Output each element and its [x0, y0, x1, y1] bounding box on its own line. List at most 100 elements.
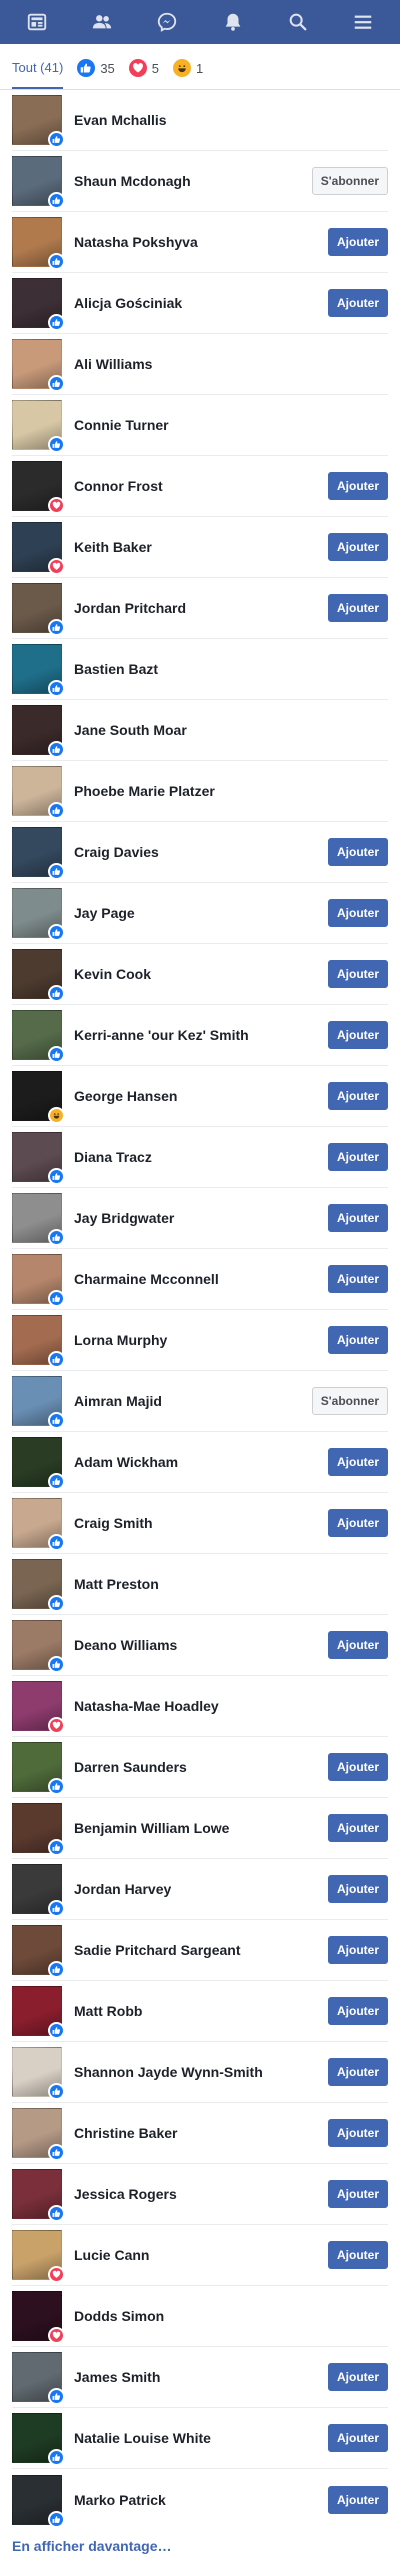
person-name[interactable]: Ali Williams [74, 356, 388, 372]
person-name[interactable]: Jessica Rogers [74, 2186, 328, 2202]
person-name[interactable]: Kerri-anne 'our Kez' Smith [74, 1027, 328, 1043]
list-item: Bastien Bazt [12, 639, 388, 700]
person-name[interactable]: Lucie Cann [74, 2247, 328, 2263]
person-name[interactable]: Shannon Jayde Wynn-Smith [74, 2064, 328, 2080]
add-friend-button[interactable]: Ajouter [328, 1753, 388, 1781]
like-reaction-icon [48, 2510, 65, 2528]
person-name[interactable]: Natasha-Mae Hoadley [74, 1698, 388, 1714]
menu-icon[interactable] [333, 0, 393, 44]
search-icon[interactable] [268, 0, 328, 44]
add-friend-button[interactable]: Ajouter [328, 1265, 388, 1293]
add-friend-button[interactable]: Ajouter [328, 1448, 388, 1476]
list-item: Matt Preston [12, 1554, 388, 1615]
list-item: James Smith Ajouter [12, 2347, 388, 2408]
person-name[interactable]: Darren Saunders [74, 1759, 328, 1775]
add-friend-button[interactable]: Ajouter [328, 1326, 388, 1354]
person-name[interactable]: Jordan Pritchard [74, 600, 328, 616]
add-friend-button[interactable]: Ajouter [328, 228, 388, 256]
tab-all[interactable]: Tout (41) [12, 47, 64, 89]
person-name[interactable]: Marko Patrick [74, 2492, 328, 2508]
add-friend-button[interactable]: Ajouter [328, 1936, 388, 1964]
add-friend-button[interactable]: Ajouter [328, 1631, 388, 1659]
add-friend-button[interactable]: Ajouter [328, 594, 388, 622]
person-name[interactable]: Benjamin William Lowe [74, 1820, 328, 1836]
list-item: Phoebe Marie Platzer [12, 761, 388, 822]
avatar-container [12, 461, 65, 514]
list-item: Adam Wickham Ajouter [12, 1432, 388, 1493]
add-friend-button[interactable]: Ajouter [328, 1997, 388, 2025]
person-name[interactable]: Matt Robb [74, 2003, 328, 2019]
person-name[interactable]: James Smith [74, 2369, 328, 2385]
add-friend-button[interactable]: Ajouter [328, 2180, 388, 2208]
person-name[interactable]: Diana Tracz [74, 1149, 328, 1165]
add-friend-button[interactable]: Ajouter [328, 1143, 388, 1171]
add-friend-button[interactable]: Ajouter [328, 899, 388, 927]
add-friend-button[interactable]: Ajouter [328, 1021, 388, 1049]
add-friend-button[interactable]: Ajouter [328, 2058, 388, 2086]
person-name[interactable]: George Hansen [74, 1088, 328, 1104]
person-name[interactable]: Christine Baker [74, 2125, 328, 2141]
tab-haha[interactable]: 1 [173, 47, 203, 89]
add-friend-button[interactable]: Ajouter [328, 2363, 388, 2391]
person-name[interactable]: Evan Mchallis [74, 112, 388, 128]
add-friend-button[interactable]: Ajouter [328, 838, 388, 866]
person-name[interactable]: Deano Williams [74, 1637, 328, 1653]
notifications-icon[interactable] [203, 0, 263, 44]
person-name[interactable]: Kevin Cook [74, 966, 328, 982]
friends-icon[interactable] [72, 0, 132, 44]
add-friend-button[interactable]: Ajouter [328, 2424, 388, 2452]
show-more-link[interactable]: En afficher davantage… [0, 2530, 400, 2562]
person-name[interactable]: Matt Preston [74, 1576, 388, 1592]
follow-button[interactable]: S'abonner [311, 1387, 388, 1415]
avatar-container [12, 705, 65, 758]
add-friend-button[interactable]: Ajouter [328, 2119, 388, 2147]
person-name[interactable]: Aimran Majid [74, 1393, 312, 1409]
news-feed-icon[interactable] [7, 0, 67, 44]
person-name[interactable]: Connie Turner [74, 417, 388, 433]
person-name[interactable]: Bastien Bazt [74, 661, 388, 677]
love-reaction-icon [48, 558, 65, 575]
avatar-container [12, 2291, 65, 2344]
add-friend-button[interactable]: Ajouter [328, 2241, 388, 2269]
like-reaction-icon [48, 1351, 65, 1368]
person-name[interactable]: Craig Davies [74, 844, 328, 860]
tab-like[interactable]: 35 [77, 47, 115, 89]
tab-love[interactable]: 5 [128, 47, 159, 89]
add-friend-button[interactable]: Ajouter [328, 1082, 388, 1110]
person-name[interactable]: Dodds Simon [74, 2308, 388, 2324]
person-name[interactable]: Jay Page [74, 905, 328, 921]
add-friend-button[interactable]: Ajouter [328, 289, 388, 317]
person-name[interactable]: Jane South Moar [74, 722, 388, 738]
avatar-container [12, 2230, 65, 2283]
messenger-icon[interactable] [137, 0, 197, 44]
person-name[interactable]: Lorna Murphy [74, 1332, 328, 1348]
person-name[interactable]: Charmaine Mcconnell [74, 1271, 328, 1287]
person-name[interactable]: Natalie Louise White [74, 2430, 328, 2446]
person-name[interactable]: Natasha Pokshyva [74, 234, 328, 250]
avatar-container [12, 95, 65, 148]
add-friend-button[interactable]: Ajouter [328, 2485, 388, 2514]
like-reaction-icon [48, 1534, 65, 1551]
add-friend-button[interactable]: Ajouter [328, 533, 388, 561]
follow-button[interactable]: S'abonner [311, 167, 388, 195]
person-name[interactable]: Adam Wickham [74, 1454, 328, 1470]
add-friend-button[interactable]: Ajouter [328, 960, 388, 988]
list-item: Jane South Moar [12, 700, 388, 761]
person-name[interactable]: Jordan Harvey [74, 1881, 328, 1897]
add-friend-button[interactable]: Ajouter [328, 1875, 388, 1903]
person-name[interactable]: Phoebe Marie Platzer [74, 783, 388, 799]
add-friend-button[interactable]: Ajouter [328, 1814, 388, 1842]
list-item: Dodds Simon [12, 2286, 388, 2347]
person-name[interactable]: Connor Frost [74, 478, 328, 494]
person-name[interactable]: Keith Baker [74, 539, 328, 555]
person-name[interactable]: Shaun Mcdonagh [74, 173, 312, 189]
add-friend-button[interactable]: Ajouter [328, 1204, 388, 1232]
person-name[interactable]: Sadie Pritchard Sargeant [74, 1942, 328, 1958]
person-name[interactable]: Alicja Gościniak [74, 295, 328, 311]
person-name[interactable]: Craig Smith [74, 1515, 328, 1531]
like-reaction-icon [48, 1778, 65, 1795]
person-name[interactable]: Jay Bridgwater [74, 1210, 328, 1226]
add-friend-button[interactable]: Ajouter [328, 472, 388, 500]
list-item: George Hansen Ajouter [12, 1066, 388, 1127]
add-friend-button[interactable]: Ajouter [328, 1509, 388, 1537]
